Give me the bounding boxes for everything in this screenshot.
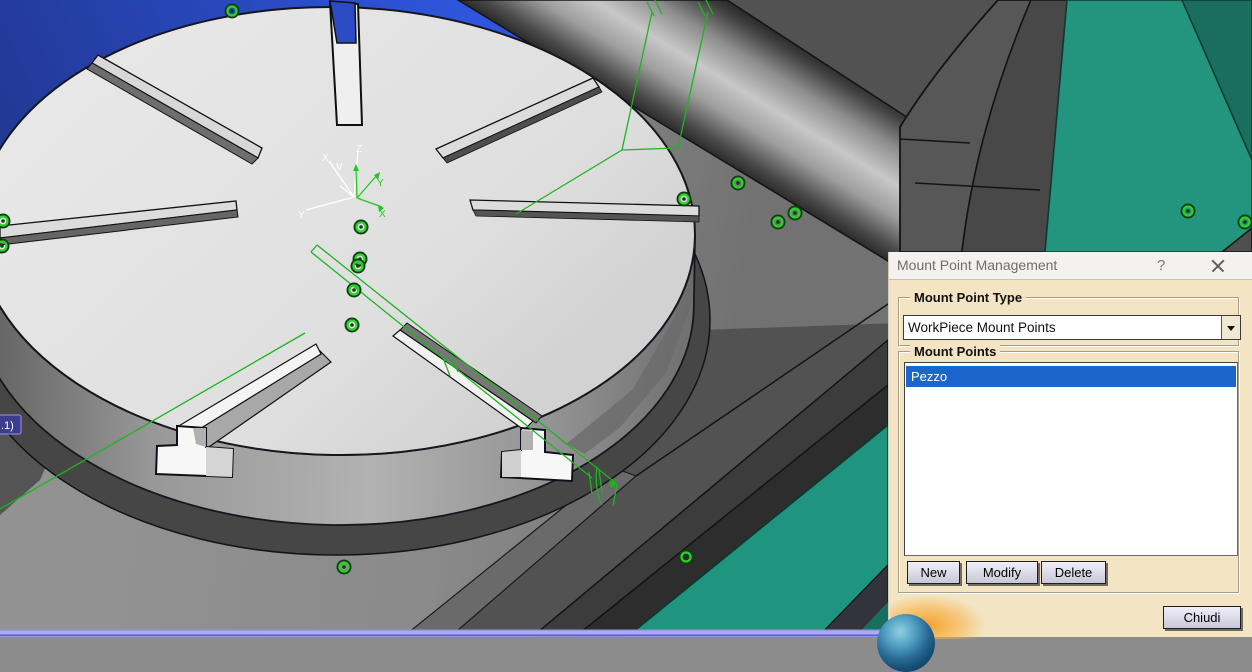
svg-text:Y: Y <box>298 210 305 221</box>
svg-text:Y: Y <box>377 178 384 189</box>
svg-text:X: X <box>322 153 329 164</box>
svg-text:.1): .1) <box>1 420 14 432</box>
svg-text:V: V <box>336 162 343 173</box>
svg-text:Z: Z <box>356 144 362 155</box>
svg-text:X: X <box>379 209 386 220</box>
